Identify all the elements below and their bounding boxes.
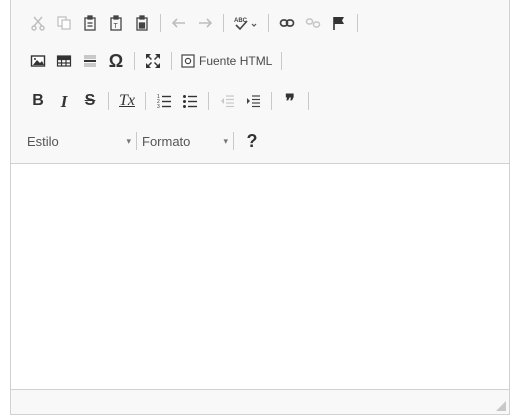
paste-text-button[interactable]: T (103, 10, 129, 36)
svg-text:T: T (114, 23, 119, 30)
toolbar-separator (134, 52, 135, 70)
toolbar-separator (136, 132, 137, 150)
horizontal-line-icon (84, 55, 96, 67)
format-dropdown[interactable]: Formato ▾ (142, 128, 228, 154)
blockquote-icon: ❞ (285, 91, 295, 111)
outdent-button[interactable] (214, 88, 240, 114)
horizontal-line-button[interactable] (77, 48, 103, 74)
link-button[interactable] (274, 10, 300, 36)
anchor-icon (333, 17, 344, 30)
remove-format-glyph: Tx (119, 92, 135, 109)
unlink-icon (305, 18, 321, 28)
copy-icon (57, 16, 71, 30)
numbered-list-button[interactable]: 123 (151, 88, 177, 114)
paste-icon (84, 15, 96, 31)
toolbar-separator (160, 14, 161, 32)
source-icon (181, 54, 195, 68)
unlink-button[interactable] (300, 10, 326, 36)
svg-text:3: 3 (157, 104, 160, 109)
toolbar-separator (145, 92, 146, 110)
help-icon: ? (246, 131, 258, 151)
toolbar-row-clipboard: T ABC (25, 8, 363, 38)
undo-button[interactable] (166, 10, 192, 36)
toolbar-row-insert: Ω Fuente HTML (25, 46, 287, 76)
italic-button[interactable]: I (51, 88, 77, 114)
indent-button[interactable] (240, 88, 266, 114)
bulleted-list-button[interactable] (177, 88, 203, 114)
image-icon (30, 55, 46, 67)
toolbar-separator (233, 132, 234, 150)
link-icon (279, 19, 295, 27)
toolbar-row-styles: Estilo ▾ Formato ▾ ? (25, 126, 265, 156)
image-button[interactable] (25, 48, 51, 74)
bold-button[interactable]: B (25, 88, 51, 114)
special-char-icon: Ω (108, 51, 124, 71)
redo-button[interactable] (192, 10, 218, 36)
chevron-down-icon: ▾ (223, 135, 228, 146)
paste-text-icon: T (110, 15, 122, 31)
indent-icon (247, 95, 260, 108)
spellcheck-icon: ABC (234, 18, 257, 31)
numbered-list-icon: 123 (157, 94, 171, 109)
source-button[interactable]: Fuente HTML (177, 48, 276, 74)
strike-button[interactable]: S (77, 88, 103, 114)
editor-status-bar (11, 389, 509, 414)
anchor-button[interactable] (326, 10, 352, 36)
style-dropdown[interactable]: Estilo ▾ (25, 128, 131, 154)
bold-icon: B (32, 92, 44, 109)
cut-button[interactable] (25, 10, 51, 36)
maximize-icon (146, 54, 160, 68)
chevron-down-icon: ▾ (126, 135, 131, 146)
toolbar-separator (208, 92, 209, 110)
editor-toolbar: T ABC Ω Fuente HTML B I S Tx 1 2 3 ❞ Est… (11, 0, 509, 164)
table-button[interactable] (51, 48, 77, 74)
toolbar-separator (108, 92, 109, 110)
format-dropdown-label: Formato (142, 133, 191, 149)
table-icon (56, 55, 72, 67)
paste-button[interactable] (77, 10, 103, 36)
style-dropdown-label: Estilo (27, 133, 59, 149)
resize-grip-icon[interactable] (496, 401, 506, 411)
blockquote-button[interactable]: ❞ (277, 88, 303, 114)
cut-icon (31, 16, 45, 31)
help-button[interactable]: ? (239, 128, 265, 154)
toolbar-separator (171, 52, 172, 70)
special-char-button[interactable]: Ω (103, 48, 129, 74)
bulleted-list-icon (183, 95, 197, 108)
spellcheck-button[interactable]: ABC (229, 10, 263, 36)
toolbar-separator (357, 14, 358, 32)
toolbar-separator (271, 92, 272, 110)
italic-icon: I (60, 91, 68, 111)
toolbar-row-format: B I S Tx 123 ❞ (25, 86, 314, 116)
strike-icon: S (84, 92, 96, 109)
maximize-button[interactable] (140, 48, 166, 74)
remove-format-icon: Tx (119, 93, 135, 109)
paste-word-icon (136, 15, 148, 31)
rich-text-editor: T ABC Ω Fuente HTML B I S Tx 1 2 3 ❞ Est… (10, 0, 510, 415)
outdent-icon (221, 95, 234, 108)
remove-format-button[interactable]: Tx (114, 88, 140, 114)
toolbar-separator (281, 52, 283, 70)
undo-icon (171, 18, 185, 28)
copy-button[interactable] (51, 10, 77, 36)
editor-content-area[interactable] (11, 164, 509, 390)
toolbar-separator (223, 14, 224, 32)
source-label: Fuente HTML (199, 54, 273, 68)
toolbar-separator (268, 14, 269, 32)
toolbar-separator (308, 92, 309, 110)
redo-icon (199, 18, 213, 28)
paste-word-button[interactable] (129, 10, 155, 36)
